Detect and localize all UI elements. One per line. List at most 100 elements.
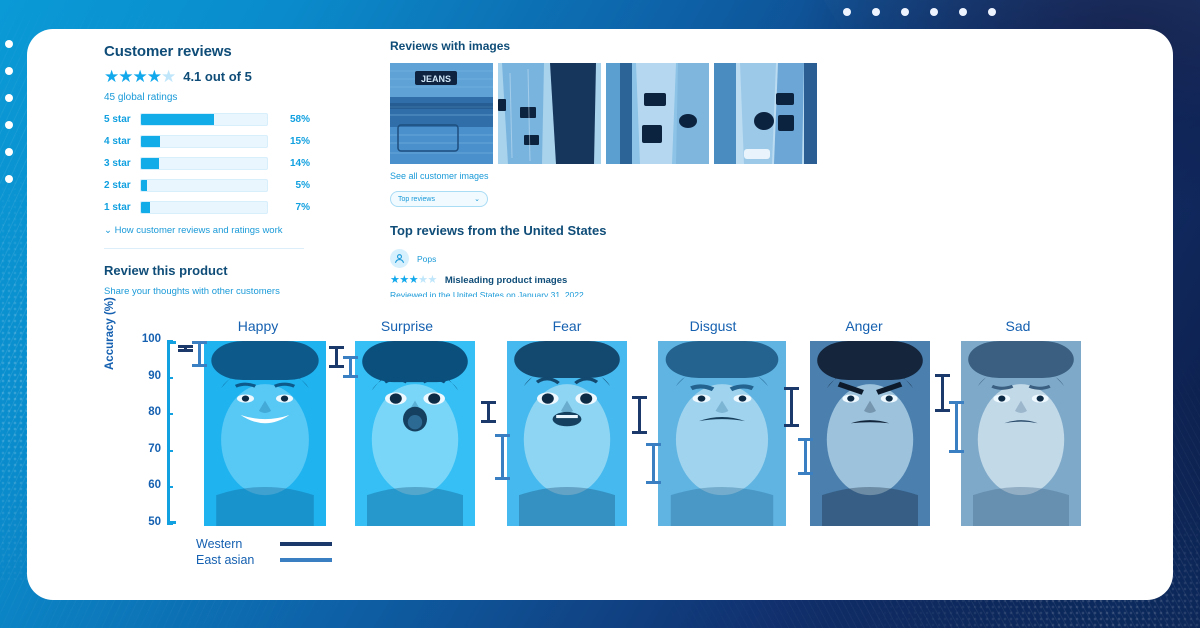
error-bar-stem [955, 401, 958, 453]
dot-icon [5, 67, 13, 75]
chart-category-face-image [658, 341, 786, 526]
dot-icon [5, 148, 13, 156]
rating-histogram-row[interactable]: 4 star 15% [104, 133, 394, 150]
overall-stars[interactable]: ★★★★★ [104, 68, 176, 85]
rating-histogram-track [140, 179, 268, 192]
chart-error-bar [178, 344, 193, 352]
chart-error-bar [784, 386, 799, 427]
error-bar-cap-bottom [646, 480, 661, 484]
jeans-photo-3 [606, 63, 709, 164]
chart-category-face-image [810, 341, 930, 526]
review-image-thumb[interactable] [498, 63, 601, 164]
chart-legend-item: Western [196, 536, 332, 552]
global-ratings-count[interactable]: 45 global ratings [104, 92, 394, 103]
review-date: Reviewed in the United States on January… [390, 290, 584, 297]
rating-histogram-track [140, 135, 268, 148]
review-image-thumb[interactable] [714, 63, 817, 164]
rating-histogram-fill [141, 180, 148, 191]
chart-legend-label: Western [196, 537, 243, 551]
chart-category-label: Disgust [689, 318, 737, 334]
error-bar-stem [941, 373, 944, 413]
dot-icon [5, 175, 13, 183]
rating-histogram-row[interactable]: 5 star 58% [104, 111, 394, 128]
jeans-photo-1: JEANS [390, 63, 493, 164]
dot-icon [901, 8, 909, 16]
review-stars: ★★★★★ [390, 274, 437, 286]
chart-y-tick-label: 60 [148, 479, 161, 492]
error-bar-stem [790, 386, 793, 427]
share-thoughts-link[interactable]: Share your thoughts with other customers [104, 286, 394, 297]
chart-error-bar [935, 373, 950, 413]
how-reviews-work-link[interactable]: ⌄ How customer reviews and ratings work [104, 225, 394, 236]
chart-error-bar [481, 401, 496, 424]
rating-histogram-track [140, 157, 268, 170]
review-image-thumb[interactable]: JEANS [390, 63, 493, 164]
error-bar-stem [501, 434, 504, 481]
chart-category-label: Surprise [380, 318, 434, 334]
chart-category-face-image [961, 341, 1081, 526]
chart-category-face-image [507, 341, 627, 526]
chart-error-bar [646, 443, 661, 484]
person-icon [394, 254, 405, 264]
review-title-row: ★★★★★ Misleading product images [390, 274, 850, 287]
review-author-name[interactable]: Pops [417, 254, 436, 264]
reviews-detail-column: Reviews with images JEANS See all custom… [390, 39, 850, 297]
chart-error-bar [495, 434, 510, 481]
face-photo-sad [961, 341, 1081, 526]
error-bar-stem [804, 437, 807, 475]
error-bar-cap-bottom [343, 374, 358, 378]
chart-axis-cap [167, 521, 176, 524]
chevron-down-icon: ⌄ [104, 225, 112, 236]
rating-histogram-fill [141, 202, 150, 213]
rating-histogram-percent: 7% [295, 202, 310, 213]
chart-category-label: Fear [552, 318, 582, 334]
dot-icon [5, 40, 13, 48]
chart-legend: Western East asian [196, 536, 332, 568]
chart-y-tick-label: 50 [148, 516, 161, 528]
chart-error-bar [343, 355, 358, 378]
screenshot-root: Customer reviews ★★★★★ 4.1 out of 5 45 g… [0, 0, 1200, 628]
review-this-product-heading: Review this product [104, 263, 228, 278]
jeans-photo-4 [714, 63, 817, 164]
dot-icon [843, 8, 851, 16]
error-bar-cap-bottom [495, 477, 510, 481]
error-bar-cap-bottom [798, 471, 813, 475]
customer-reviews-heading: Customer reviews [104, 43, 232, 60]
overall-rating-row: ★★★★★ 4.1 out of 5 [104, 68, 394, 85]
see-all-customer-images-link[interactable]: See all customer images [390, 171, 850, 181]
rating-histogram-fill [141, 136, 160, 147]
chart-y-tick-label: 100 [141, 333, 161, 345]
rating-histogram-percent: 5% [295, 180, 310, 191]
chart-y-tick-label: 70 [148, 442, 161, 455]
face-photo-fear [507, 341, 627, 526]
dot-icon [930, 8, 938, 16]
chart-y-tick-label: 90 [148, 369, 161, 382]
error-bar-cap-bottom [481, 420, 496, 424]
rating-histogram-row[interactable]: 2 star 5% [104, 177, 394, 194]
rating-histogram-label: 3 star [104, 158, 131, 169]
chart-error-bar [949, 401, 964, 453]
dot-icon [5, 121, 13, 129]
how-reviews-work-label: How customer reviews and ratings work [114, 225, 283, 236]
chart-legend-swatch [280, 558, 332, 562]
chart-category-label: Happy [237, 318, 279, 334]
chart-legend-item: East asian [196, 552, 332, 568]
customer-reviews-panel: Customer reviews ★★★★★ 4.1 out of 5 45 g… [27, 29, 1173, 297]
chart-category-face-image [204, 341, 326, 526]
chart-error-bar [798, 437, 813, 475]
face-photo-anger [810, 341, 930, 526]
review-title[interactable]: Misleading product images [445, 275, 567, 286]
chart-y-tick [167, 376, 173, 379]
chart-category-face-image [355, 341, 475, 526]
chart-y-tick [167, 413, 173, 416]
reviews-summary-column: Customer reviews ★★★★★ 4.1 out of 5 45 g… [104, 43, 394, 297]
overall-rating-text: 4.1 out of 5 [183, 69, 252, 84]
top-reviews-heading: Top reviews from the United States [390, 223, 607, 238]
divider [104, 248, 304, 249]
sort-reviews-select[interactable]: Top reviews ⌄ [390, 191, 488, 207]
error-bar-cap-bottom [935, 409, 950, 413]
review-image-thumb[interactable] [606, 63, 709, 164]
rating-histogram-row[interactable]: 3 star 14% [104, 155, 394, 172]
error-bar-stem [638, 395, 641, 435]
rating-histogram-row[interactable]: 1 star 7% [104, 199, 394, 216]
